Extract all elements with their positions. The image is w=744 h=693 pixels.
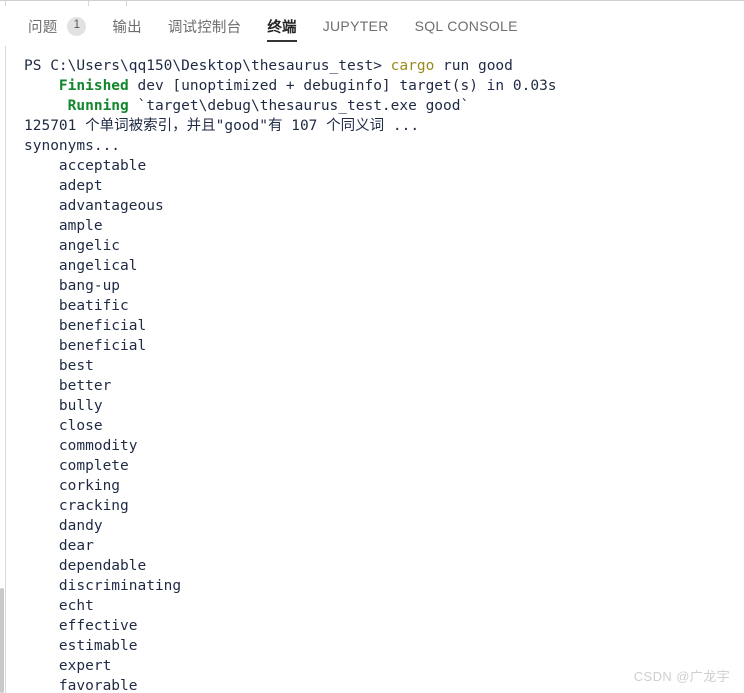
terminal-line: best bbox=[6, 356, 744, 376]
active-tab-indicator bbox=[267, 40, 297, 42]
terminal-line: commodity bbox=[6, 436, 744, 456]
tab-label: 问题 bbox=[28, 19, 58, 36]
terminal-line: beneficial bbox=[6, 316, 744, 336]
terminal-panel: 问题 1 输出 调试控制台 终端 JUPYTER SQL CONSOLE PS C:\Use… bbox=[0, 0, 744, 693]
terminal-token-plain: commodity bbox=[24, 438, 138, 454]
terminal-line: estimable bbox=[6, 636, 744, 656]
terminal-token-plain: best bbox=[24, 358, 94, 374]
terminal-token-plain: synonyms... bbox=[24, 138, 121, 154]
tab-label: 终端 bbox=[267, 19, 297, 36]
terminal-line: dependable bbox=[6, 556, 744, 576]
tab-label: JUPYTER bbox=[322, 18, 389, 34]
terminal-token-ok: Running bbox=[67, 98, 129, 114]
tab-label: 调试控制台 bbox=[167, 19, 242, 36]
terminal-line: bang-up bbox=[6, 276, 744, 296]
terminal-line: advantageous bbox=[6, 196, 744, 216]
terminal-token-plain: dandy bbox=[24, 518, 103, 534]
terminal-line: corking bbox=[6, 476, 744, 496]
terminal-token-plain bbox=[24, 78, 59, 94]
terminal-token-plain: estimable bbox=[24, 638, 138, 654]
terminal-token-plain: corking bbox=[24, 478, 121, 494]
tab-调试控制台[interactable]: 调试控制台 bbox=[168, 6, 242, 46]
terminal-token-plain: adept bbox=[24, 178, 103, 194]
tab-label: SQL CONSOLE bbox=[414, 18, 518, 34]
terminal-output[interactable]: PS C:\Users\qq150\Desktop\thesaurus_test… bbox=[6, 48, 744, 693]
terminal-line: acceptable bbox=[6, 156, 744, 176]
terminal-line: angelic bbox=[6, 236, 744, 256]
tab-输出[interactable]: 输出 bbox=[112, 6, 141, 46]
terminal-token-plain: 125701 个单词被索引，并且"good"有 107 个同义词 ... bbox=[24, 118, 420, 134]
terminal-line: discriminating bbox=[6, 576, 744, 596]
terminal-token-plain: angelic bbox=[24, 238, 121, 254]
panel-tab-bar: 问题 1 输出 调试控制台 终端 JUPYTER SQL CONSOLE bbox=[0, 6, 744, 46]
terminal-token-plain: complete bbox=[24, 458, 129, 474]
terminal-line: PS C:\Users\qq150\Desktop\thesaurus_test… bbox=[6, 56, 744, 76]
terminal-line: 125701 个单词被索引，并且"good"有 107 个同义词 ... bbox=[6, 116, 744, 136]
tab-问题[interactable]: 问题 1 bbox=[28, 6, 87, 46]
terminal-token-ok: Finished bbox=[58, 78, 129, 94]
terminal-line: bully bbox=[6, 396, 744, 416]
terminal-line: Finished dev [unoptimized + debuginfo] t… bbox=[6, 76, 744, 96]
terminal-token-plain: PS C:\Users\qq150\Desktop\thesaurus_test… bbox=[24, 58, 391, 74]
terminal-line: beatific bbox=[6, 296, 744, 316]
terminal-line: effective bbox=[6, 616, 744, 636]
terminal-line: close bbox=[6, 416, 744, 436]
terminal-token-plain: dependable bbox=[24, 558, 147, 574]
vertical-scrollbar-thumb[interactable] bbox=[0, 588, 4, 693]
terminal-line: adept bbox=[6, 176, 744, 196]
terminal-token-plain: `target\debug\thesaurus_test.exe good` bbox=[128, 98, 470, 114]
terminal-token-plain: dev [unoptimized + debuginfo] target(s) … bbox=[128, 78, 557, 94]
terminal-token-plain: angelical bbox=[24, 258, 138, 274]
terminal-token-plain: beneficial bbox=[24, 318, 147, 334]
terminal-token-plain: beneficial bbox=[24, 338, 147, 354]
terminal-line: Running `target\debug\thesaurus_test.exe… bbox=[6, 96, 744, 116]
terminal-token-plain: ample bbox=[24, 218, 103, 234]
tab-SQL CONSOLE[interactable]: SQL CONSOLE bbox=[415, 6, 518, 46]
terminal-token-plain: beatific bbox=[24, 298, 129, 314]
terminal-token-plain: echt bbox=[24, 598, 94, 614]
terminal-token-plain: bang-up bbox=[24, 278, 121, 294]
tab-JUPYTER[interactable]: JUPYTER bbox=[323, 6, 389, 46]
terminal-token-plain: cracking bbox=[24, 498, 129, 514]
terminal-line: echt bbox=[6, 596, 744, 616]
terminal-token-plain: run good bbox=[434, 58, 513, 74]
terminal-token-plain: dear bbox=[24, 538, 94, 554]
terminal-token-plain: favorable bbox=[24, 678, 138, 693]
terminal-token-cmd: cargo bbox=[390, 58, 435, 74]
terminal-token-plain: discriminating bbox=[24, 578, 182, 594]
terminal-line: dandy bbox=[6, 516, 744, 536]
terminal-token-plain: bully bbox=[24, 398, 103, 414]
terminal-line: better bbox=[6, 376, 744, 396]
tab-终端[interactable]: 终端 bbox=[267, 6, 297, 46]
terminal-token-plain: effective bbox=[24, 618, 138, 634]
terminal-token-plain: advantageous bbox=[24, 198, 164, 214]
tab-label: 输出 bbox=[112, 19, 142, 36]
terminal-line: angelical bbox=[6, 256, 744, 276]
terminal-token-plain: close bbox=[24, 418, 103, 434]
terminal-line: ample bbox=[6, 216, 744, 236]
terminal-token-plain: expert bbox=[24, 658, 112, 674]
terminal-line: cracking bbox=[6, 496, 744, 516]
terminal-token-plain: acceptable bbox=[24, 158, 147, 174]
terminal-line: dear bbox=[6, 536, 744, 556]
terminal-line: beneficial bbox=[6, 336, 744, 356]
terminal-line: complete bbox=[6, 456, 744, 476]
tab-badge-count: 1 bbox=[67, 16, 87, 36]
terminal-token-plain: better bbox=[24, 378, 112, 394]
watermark: CSDN @广龙宇 bbox=[633, 669, 730, 684]
terminal-token-plain bbox=[24, 98, 68, 114]
terminal-line: synonyms... bbox=[6, 136, 744, 156]
